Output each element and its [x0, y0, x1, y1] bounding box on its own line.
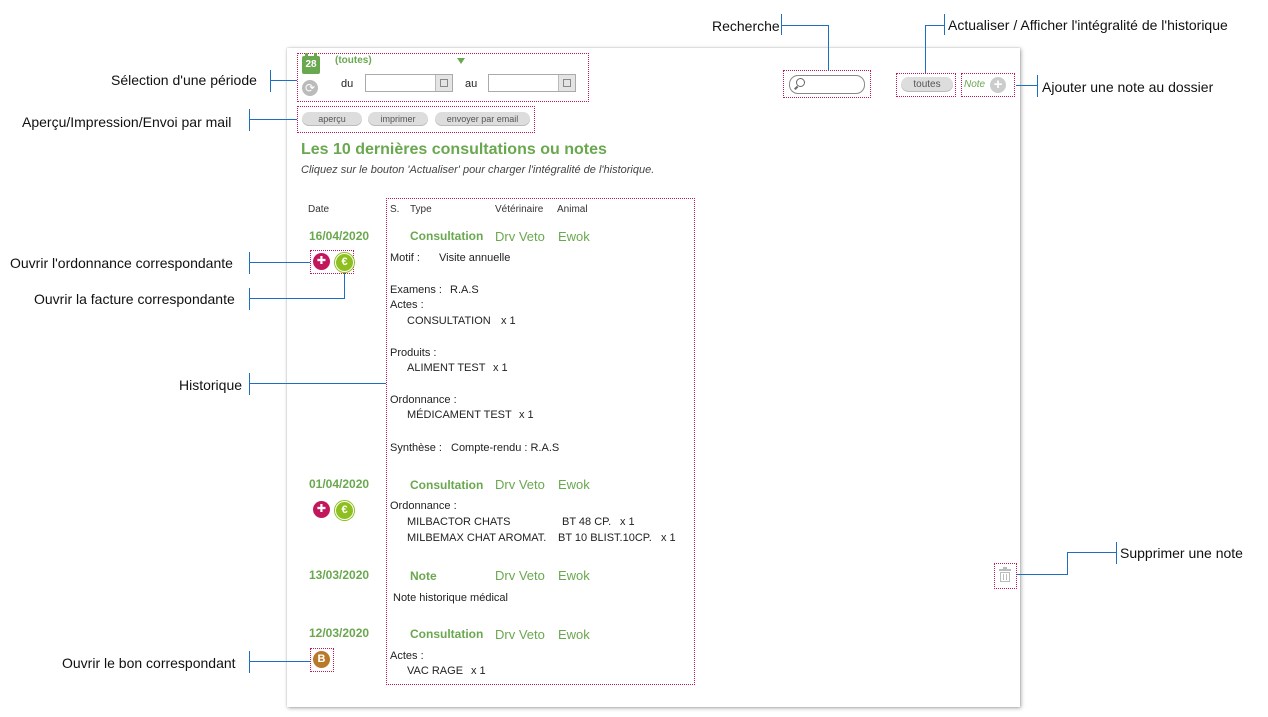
entry-type[interactable]: Consultation	[410, 229, 483, 243]
actes-label: Actes :	[390, 650, 424, 662]
invoice-icon[interactable]: €	[335, 501, 354, 520]
add-note-icon[interactable]: +	[990, 77, 1006, 93]
synthese-label: Synthèse :	[390, 442, 442, 454]
callout-voucher: Ouvrir le bon correspondant	[62, 655, 236, 671]
callout-prescription: Ouvrir l'ordonnance correspondante	[10, 255, 233, 271]
calendar-icon[interactable]: 28	[302, 53, 320, 74]
search-input[interactable]	[789, 75, 865, 94]
entry-type[interactable]: Note	[410, 569, 437, 583]
to-label: au	[465, 78, 478, 90]
callout-delete-note: Supprimer une note	[1120, 545, 1243, 561]
calendar-grid-icon[interactable]	[435, 75, 452, 91]
callout-add-note: Ajouter une note au dossier	[1042, 79, 1214, 95]
motif-label: Motif :	[390, 252, 420, 264]
voucher-icon[interactable]: B	[313, 651, 330, 668]
acte-qty: x 1	[471, 665, 486, 677]
motif-value: Visite annuelle	[439, 252, 511, 264]
note-text: Note historique médical	[393, 592, 508, 604]
entry-vet: Drv Veto	[495, 568, 545, 583]
page-subtitle: Cliquez sur le bouton 'Actualiser' pour …	[301, 164, 655, 176]
period-selected-value: (toutes)	[335, 55, 372, 66]
entry-animal: Ewok	[558, 627, 590, 642]
trash-icon[interactable]	[999, 567, 1011, 582]
entry-date: 16/04/2020	[309, 229, 370, 243]
note-label[interactable]: Note	[964, 79, 985, 90]
ordonnance-qty: x 1	[620, 516, 635, 528]
callout-invoice: Ouvrir la facture correspondante	[34, 291, 235, 307]
entry-vet: Drv Veto	[495, 229, 545, 244]
entry-animal: Ewok	[558, 229, 590, 244]
ordonnance-item: MILBEMAX CHAT AROMAT.	[407, 532, 547, 544]
ordonnance-label: Ordonnance :	[390, 500, 457, 512]
print-button[interactable]: imprimer	[368, 112, 428, 126]
ordonnance-pack: BT 10 BLIST.10CP.	[558, 532, 652, 544]
examens-label: Examens :	[390, 284, 442, 296]
from-label: du	[341, 78, 354, 90]
to-date-input[interactable]	[488, 74, 576, 92]
ordonnance-pack: BT 48 CP.	[562, 516, 612, 528]
examens-value: R.A.S	[450, 284, 479, 296]
ordonnance-qty: x 1	[661, 532, 676, 544]
entry-type[interactable]: Consultation	[410, 627, 483, 641]
ordonnance-item: MILBACTOR CHATS	[407, 516, 511, 528]
chevron-down-icon	[457, 58, 465, 64]
page-title: Les 10 dernières consultations ou notes	[301, 141, 607, 158]
acte-qty: x 1	[501, 315, 516, 327]
entry-vet: Drv Veto	[495, 477, 545, 492]
callout-refresh: Actualiser / Afficher l'intégralité de l…	[948, 17, 1228, 33]
calendar-day: 28	[305, 59, 317, 70]
callout-print: Aperçu/Impression/Envoi par mail	[22, 114, 232, 130]
from-date-input[interactable]	[365, 74, 453, 92]
entry-animal: Ewok	[558, 477, 590, 492]
acte-item: CONSULTATION	[407, 315, 491, 327]
callout-period: Sélection d'une période	[111, 72, 257, 88]
callout-search: Recherche	[712, 18, 780, 34]
column-date: Date	[308, 204, 330, 215]
ordonnance-label: Ordonnance :	[390, 394, 457, 406]
produits-label: Produits :	[390, 347, 437, 359]
email-button[interactable]: envoyer par email	[435, 112, 530, 126]
entry-date: 13/03/2020	[309, 568, 370, 582]
calendar-grid-icon[interactable]	[558, 75, 575, 91]
preview-button[interactable]: aperçu	[302, 112, 362, 126]
actes-label: Actes :	[390, 299, 424, 311]
produit-item: ALIMENT TEST	[407, 362, 486, 374]
produit-qty: x 1	[493, 362, 508, 374]
period-select[interactable]: (toutes)	[335, 55, 465, 69]
refresh-all-button[interactable]: toutes	[901, 77, 953, 92]
synthese-value: Compte-rendu : R.A.S	[451, 442, 560, 454]
entry-date: 12/03/2020	[309, 626, 370, 640]
prescription-icon[interactable]: ✚	[313, 501, 330, 518]
prescription-icon[interactable]: ✚	[313, 253, 330, 270]
entry-date: 01/04/2020	[309, 477, 370, 491]
entry-vet: Drv Veto	[495, 627, 545, 642]
callout-history: Historique	[179, 377, 243, 393]
ordonnance-item: MÉDICAMENT TEST	[407, 409, 512, 421]
acte-item: VAC RAGE	[407, 665, 464, 677]
entry-animal: Ewok	[558, 568, 590, 583]
entry-type[interactable]: Consultation	[410, 478, 483, 492]
ordonnance-qty: x 1	[519, 409, 534, 421]
invoice-icon[interactable]: €	[335, 253, 354, 272]
sync-icon[interactable]: ⟳	[302, 80, 318, 96]
